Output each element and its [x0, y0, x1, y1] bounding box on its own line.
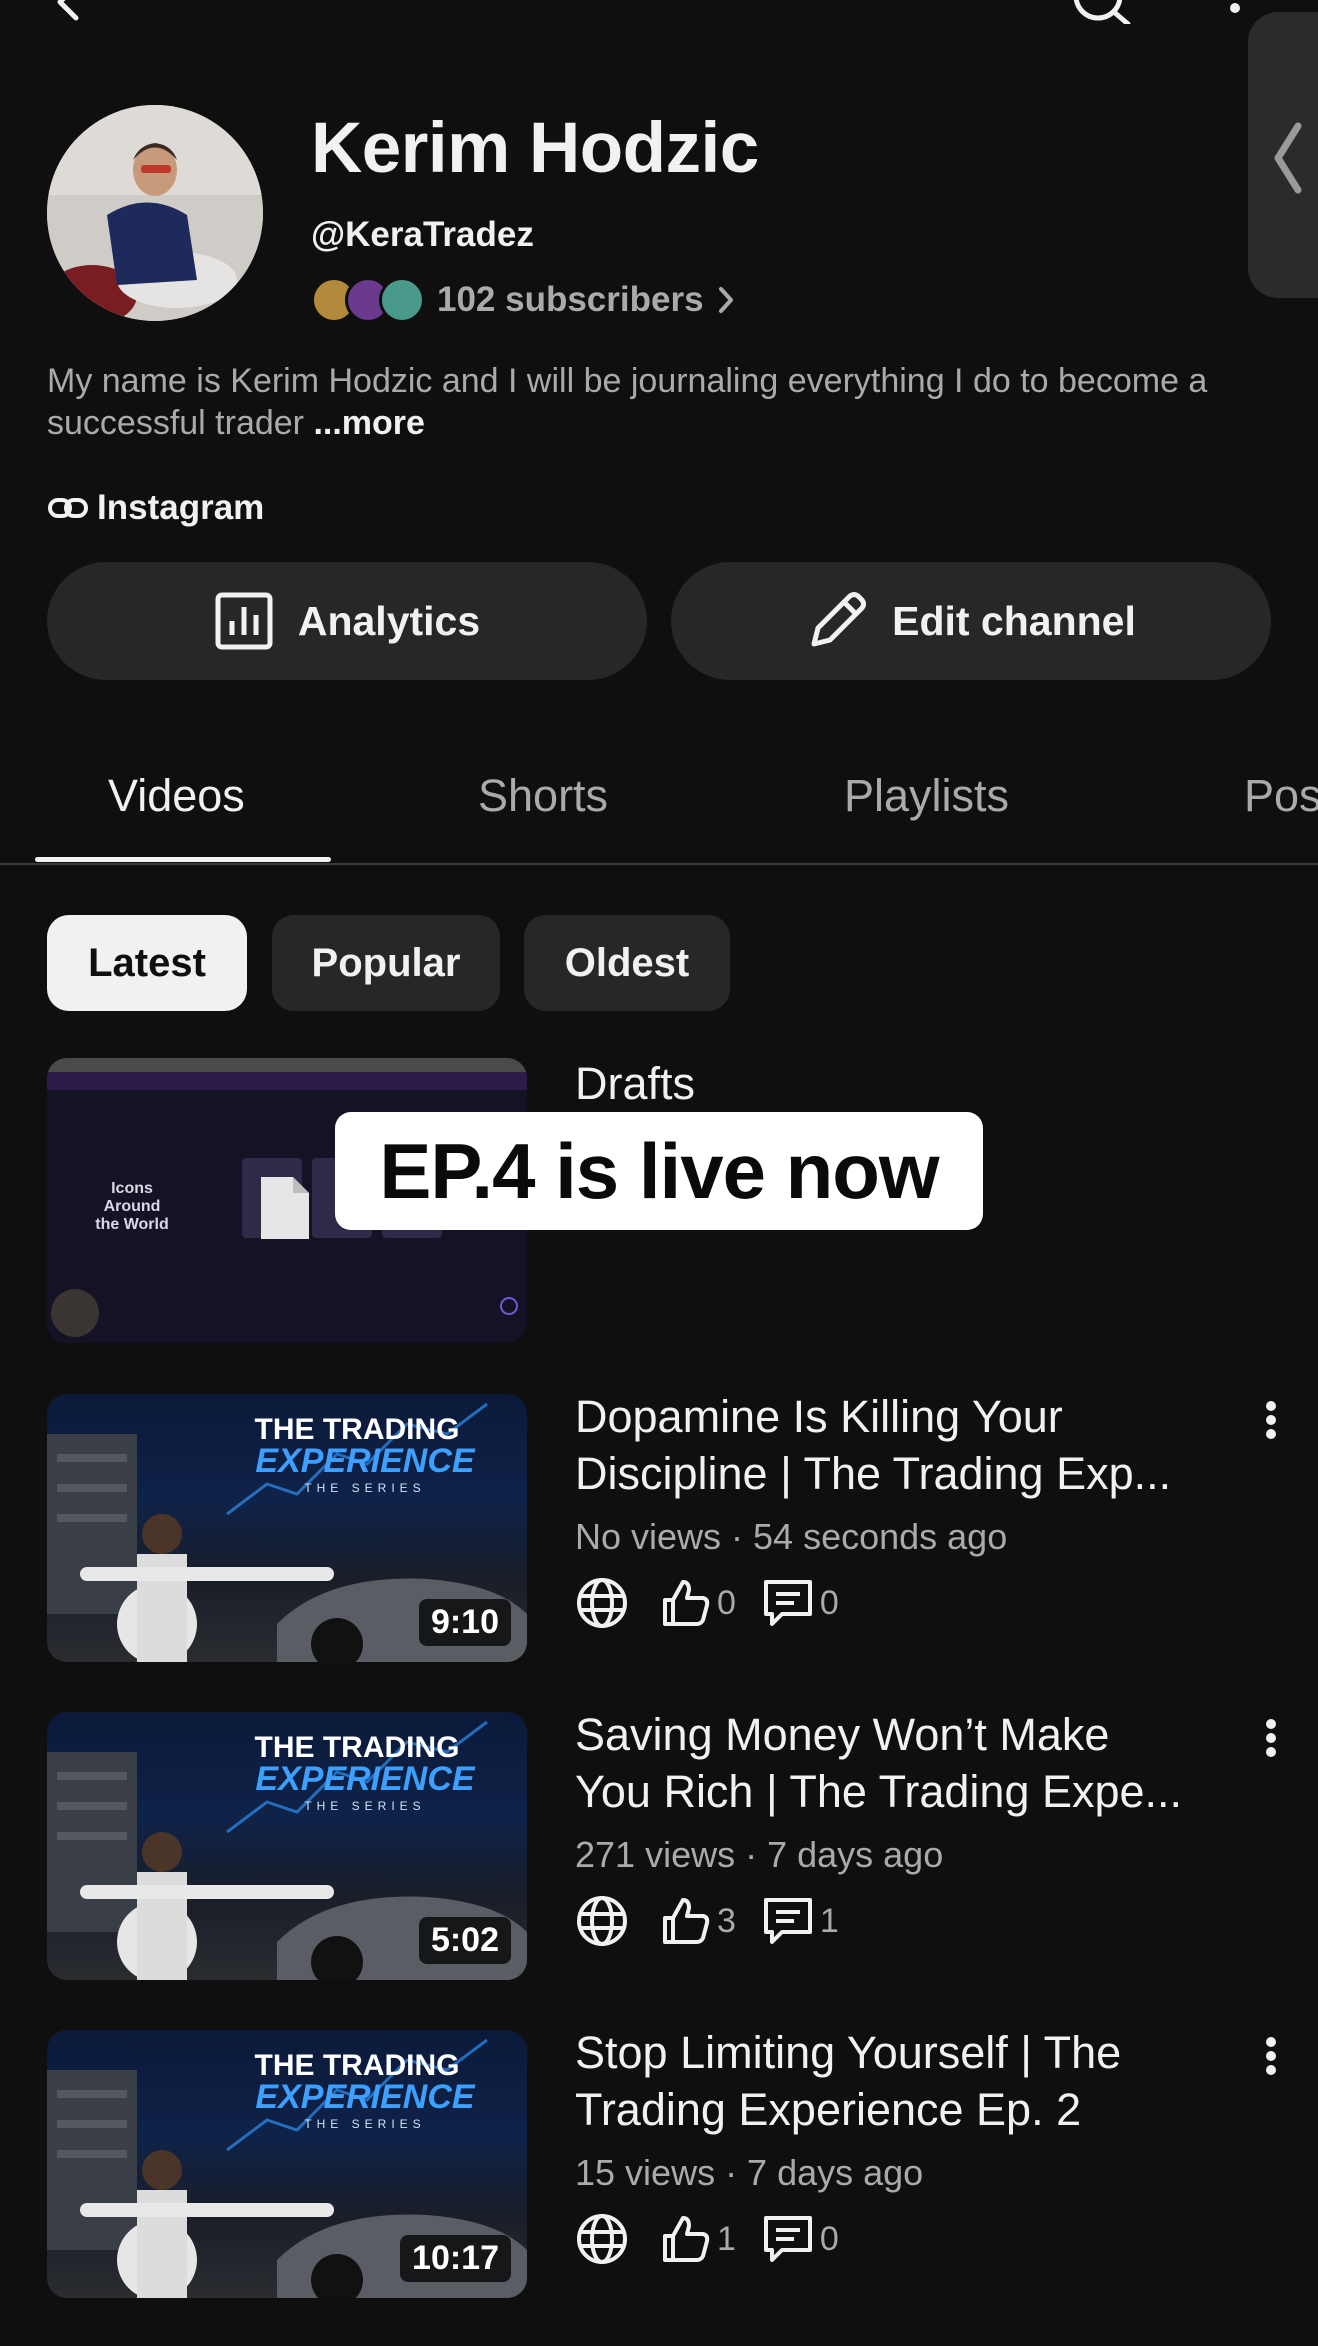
thumb-title-line3: THE SERIES	[304, 2117, 425, 2131]
globe-icon	[577, 1578, 627, 1628]
video-meta: No views · 54 seconds ago	[575, 1516, 1008, 1557]
chevron-left-icon	[1274, 122, 1302, 194]
comment-icon	[763, 1898, 812, 1944]
pencil-icon	[811, 592, 867, 647]
thumb-title-line2: EXPERIENCE	[255, 1442, 475, 1480]
subscriber-count: 102 subscribers	[437, 280, 704, 319]
chip-popular[interactable]: Popular	[272, 915, 500, 1011]
channel-description[interactable]: My name is Kerim Hodzic and I will be jo…	[47, 360, 1247, 444]
avatar[interactable]	[47, 105, 263, 321]
thumb-title-line2: EXPERIENCE	[255, 1760, 475, 1798]
chip-latest[interactable]: Latest	[47, 915, 247, 1011]
analytics-button[interactable]: Analytics	[47, 562, 647, 680]
more-vert-icon[interactable]	[1256, 1400, 1286, 1440]
video-title[interactable]: Saving Money Won’t Make You Rich | The T…	[575, 1706, 1235, 1820]
comment-count: 1	[819, 1901, 839, 1940]
subscriber-avatar	[379, 277, 425, 323]
drafts-label[interactable]: Drafts	[575, 1058, 695, 1110]
active-tab-indicator	[35, 857, 331, 862]
top-bar	[0, 0, 1318, 40]
link-icon	[48, 498, 88, 518]
link-label: Instagram	[97, 488, 265, 527]
more-vert-icon[interactable]	[1256, 2036, 1286, 2076]
video-meta: 271 views · 7 days ago	[575, 1834, 944, 1875]
visibility-stat	[575, 2212, 635, 2266]
channel-handle: @KeraTradez	[311, 215, 534, 254]
thumb-title-line3: THE SERIES	[304, 1799, 425, 1813]
video-title-line: Dopamine Is Killing Your	[575, 1391, 1063, 1442]
video-title-line: Saving Money Won’t Make	[575, 1709, 1110, 1760]
video-stats: 3 1	[575, 1893, 865, 1949]
comments-stat: 0	[762, 2214, 839, 2264]
video-thumbnail[interactable]: THE TRADING EXPERIENCE THE SERIES 10:17	[47, 2030, 527, 2298]
video-title[interactable]: Stop Limiting Yourself | The Trading Exp…	[575, 2024, 1235, 2138]
like-count: 0	[717, 1583, 736, 1622]
video-title[interactable]: Dopamine Is Killing Your Discipline | Th…	[575, 1388, 1235, 1502]
thumbs-up-icon	[663, 1898, 710, 1944]
analytics-label: Analytics	[297, 597, 481, 644]
live-announcement-banner: EP.4 is live now	[335, 1112, 983, 1230]
channel-tabs: Videos Shorts Playlists Pos	[0, 735, 1318, 865]
thumb-text: the World	[95, 1216, 168, 1233]
globe-icon	[577, 1896, 627, 1946]
document-icon	[261, 1177, 309, 1239]
chevron-right-icon	[718, 287, 733, 313]
thumb-title-line3: THE SERIES	[304, 1481, 425, 1495]
channel-link[interactable]: Instagram	[47, 488, 264, 528]
video-meta: 15 views · 7 days ago	[575, 2152, 924, 2193]
video-stats: 0 0	[575, 1575, 865, 1631]
thumb-text: Icons	[111, 1180, 153, 1197]
tab-videos[interactable]: Videos	[108, 770, 245, 822]
video-title-line: You Rich | The Trading Expe...	[575, 1766, 1183, 1817]
video-title-line: Stop Limiting Yourself | The	[575, 2027, 1122, 2078]
comments-stat: 0	[762, 1578, 839, 1628]
likes-stat: 0	[661, 1578, 736, 1628]
more-vert-icon[interactable]	[1220, 0, 1250, 18]
edit-channel-button[interactable]: Edit channel	[671, 562, 1271, 680]
subscribers-row[interactable]: 102 subscribers	[311, 275, 734, 325]
video-duration: 5:02	[418, 1917, 511, 1964]
comment-icon	[763, 2216, 812, 2262]
video-duration: 9:10	[418, 1599, 511, 1646]
more-link[interactable]: ...more	[313, 404, 424, 442]
comment-count: 0	[819, 1583, 839, 1622]
like-count: 3	[717, 1901, 736, 1940]
comment-icon	[763, 1580, 812, 1626]
side-panel-handle[interactable]	[1248, 12, 1318, 298]
visibility-stat	[575, 1576, 635, 1630]
globe-icon	[577, 2214, 627, 2264]
video-duration: 10:17	[400, 2235, 511, 2282]
video-stats: 1 0	[575, 2211, 865, 2267]
analytics-icon	[215, 592, 273, 650]
video-title-line: Discipline | The Trading Exp...	[575, 1448, 1172, 1499]
likes-stat: 3	[661, 1896, 736, 1946]
more-vert-icon[interactable]	[1256, 1718, 1286, 1758]
visibility-stat	[575, 1894, 635, 1948]
channel-name: Kerim Hodzic	[311, 109, 759, 188]
tab-playlists[interactable]: Playlists	[844, 770, 1009, 822]
thumb-title-line2: EXPERIENCE	[255, 2078, 475, 2116]
comments-stat: 1	[762, 1896, 839, 1946]
tab-shorts[interactable]: Shorts	[478, 770, 608, 822]
search-icon[interactable]	[1070, 0, 1134, 24]
video-thumbnail[interactable]: THE TRADING EXPERIENCE THE SERIES 5:02	[47, 1712, 527, 1980]
subscriber-avatars	[311, 275, 431, 325]
comment-count: 0	[819, 2219, 839, 2258]
description-text: My name is Kerim Hodzic and I will be jo…	[47, 362, 1208, 442]
like-count: 1	[717, 2219, 736, 2258]
video-thumbnail[interactable]: THE TRADING EXPERIENCE THE SERIES 9:10	[47, 1394, 527, 1662]
thumbs-up-icon	[663, 1580, 710, 1626]
tab-posts[interactable]: Pos	[1244, 770, 1318, 822]
chip-oldest[interactable]: Oldest	[524, 915, 730, 1011]
video-title-line: Trading Experience Ep. 2	[575, 2084, 1082, 2135]
edit-channel-label: Edit channel	[892, 597, 1136, 644]
thumbs-up-icon	[663, 2216, 710, 2262]
back-icon[interactable]	[48, 0, 88, 22]
thumb-text: Around	[104, 1198, 161, 1215]
likes-stat: 1	[661, 2214, 736, 2264]
